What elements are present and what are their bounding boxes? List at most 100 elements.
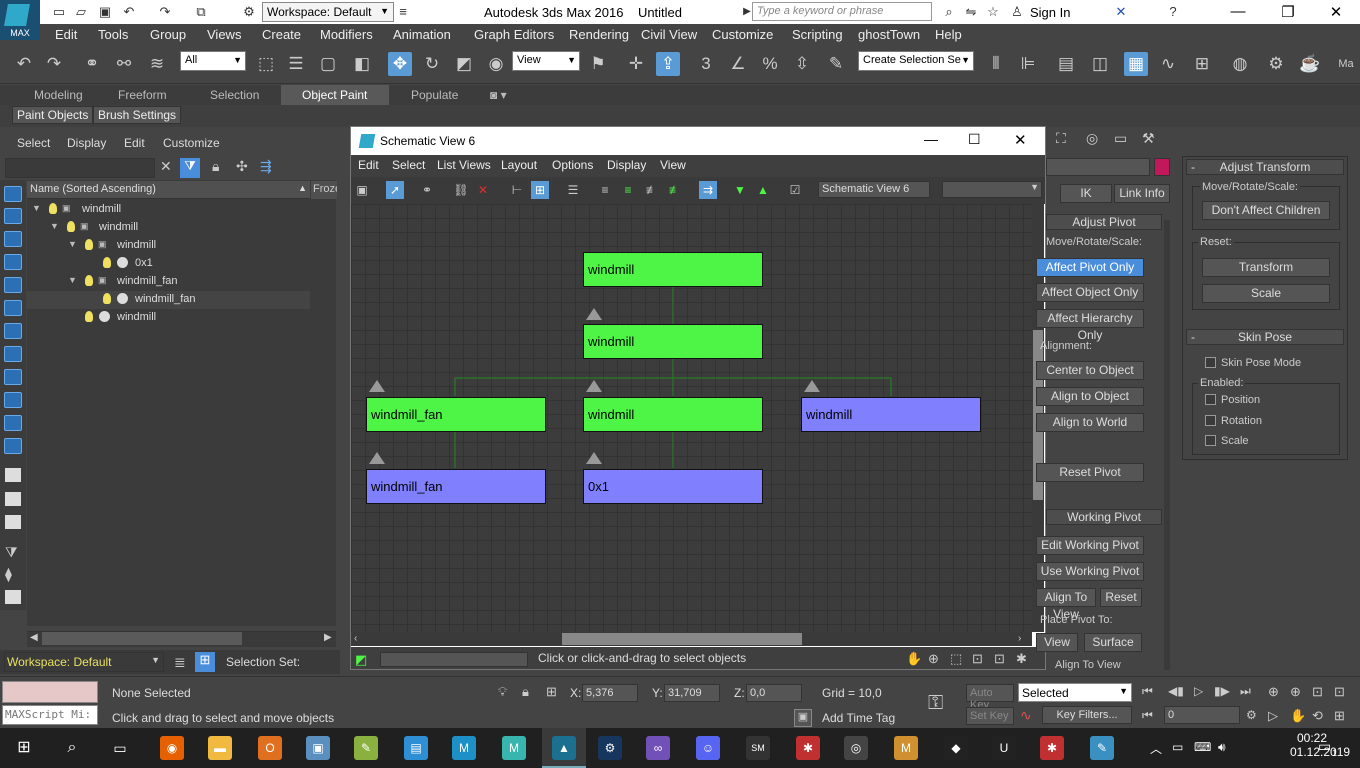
window-crossing-icon[interactable]: ◧ bbox=[350, 52, 374, 76]
menu-modifiers[interactable]: Modifiers bbox=[320, 27, 373, 42]
tray-chevron-icon[interactable]: ︿ bbox=[1150, 740, 1162, 757]
reset-working-pivot-button[interactable]: Reset bbox=[1100, 588, 1142, 607]
tree-row[interactable]: ▼ ▣ windmill bbox=[27, 237, 310, 255]
rotation-checkbox[interactable] bbox=[1205, 415, 1216, 426]
file-explorer-icon[interactable]: ▬ bbox=[208, 736, 232, 760]
move-children-icon[interactable]: ⇉ bbox=[699, 181, 717, 199]
connect-icon[interactable]: ⚭ bbox=[418, 181, 436, 199]
previous-frame-icon[interactable]: ◀▮ bbox=[1168, 684, 1184, 698]
tab-modeling[interactable]: Modeling bbox=[34, 88, 83, 102]
menu-graph-editors[interactable]: Graph Editors bbox=[474, 27, 554, 42]
hierarchy-icon[interactable]: ⊞ bbox=[195, 652, 215, 672]
communication-icon[interactable]: ⇋ bbox=[962, 3, 980, 21]
pan-to-selected-icon[interactable]: ✱ bbox=[1016, 651, 1027, 667]
unlink-selected-icon[interactable]: ⛓ bbox=[452, 181, 470, 199]
render-setup-icon[interactable]: ⚙ bbox=[1264, 52, 1288, 76]
display-bones-icon[interactable] bbox=[4, 369, 22, 385]
notepad-icon[interactable]: ✎ bbox=[354, 736, 378, 760]
arrange-selected-icon[interactable]: ≡ bbox=[619, 181, 637, 199]
app-spider-icon[interactable]: ✱ bbox=[1040, 736, 1064, 760]
app-logo[interactable]: MAX bbox=[0, 0, 40, 40]
scroll-left-icon[interactable]: ◀ bbox=[30, 632, 38, 643]
network-icon[interactable]: ⌨ bbox=[1194, 740, 1211, 754]
maximize-icon[interactable]: ❐ bbox=[1278, 3, 1298, 21]
maxscript-listener-pink[interactable] bbox=[2, 681, 98, 703]
display-containers-icon[interactable] bbox=[4, 392, 22, 408]
affect-object-only-button[interactable]: Affect Object Only bbox=[1036, 283, 1144, 302]
outlook-icon[interactable]: O bbox=[258, 736, 282, 760]
menu-edit[interactable]: Edit bbox=[55, 27, 77, 42]
free-all-icon[interactable]: ≢ bbox=[643, 181, 661, 199]
hierarchy-tab-icon[interactable]: ⛶ bbox=[1056, 130, 1078, 150]
schematic-node[interactable]: windmill bbox=[801, 397, 981, 432]
time-configuration-icon[interactable]: ⚙ bbox=[1246, 708, 1257, 722]
menu-help[interactable]: Help bbox=[935, 27, 962, 42]
key-mode-toggle-icon[interactable]: ⏮ bbox=[1142, 708, 1153, 723]
menu-civil-view[interactable]: Civil View bbox=[641, 27, 697, 42]
undo-icon[interactable]: ↶ bbox=[120, 3, 138, 21]
play-icon[interactable]: ▷ bbox=[1194, 684, 1203, 698]
display-frozen-icon[interactable] bbox=[4, 415, 22, 431]
use-working-pivot-button[interactable]: Use Working Pivot bbox=[1036, 562, 1144, 581]
tree-row[interactable]: windmill bbox=[27, 309, 310, 327]
schematic-menu-edit[interactable]: Edit bbox=[358, 158, 379, 172]
object-color-swatch[interactable] bbox=[1154, 158, 1170, 176]
next-frame-icon[interactable]: ▮▶ bbox=[1214, 684, 1230, 698]
always-arrange-icon[interactable]: ☰ bbox=[564, 181, 582, 199]
schematic-menu-layout[interactable]: Layout bbox=[501, 158, 537, 172]
user-icon[interactable]: ♙ bbox=[1008, 3, 1026, 21]
save-icon[interactable]: ▣ bbox=[96, 3, 114, 21]
percent-snap-icon[interactable]: % bbox=[758, 52, 782, 76]
close-icon[interactable]: ✕ bbox=[1326, 3, 1346, 21]
scroll-right-icon[interactable]: › bbox=[1018, 633, 1021, 644]
layer-explorer-icon[interactable]: ◫ bbox=[1088, 52, 1112, 76]
display-lights-icon[interactable] bbox=[4, 231, 22, 247]
tree-row[interactable]: ▼ ▣ windmill bbox=[27, 201, 310, 219]
skin-pose-mode-checkbox[interactable] bbox=[1205, 357, 1216, 368]
explorer-menu-customize[interactable]: Customize bbox=[163, 136, 220, 150]
position-checkbox[interactable] bbox=[1205, 394, 1216, 405]
schematic-node[interactable]: windmill bbox=[583, 397, 763, 432]
column-header-name[interactable]: Name (Sorted Ascending) ▲ bbox=[27, 181, 310, 199]
reference-coordinate-dropdown[interactable]: View ▼ bbox=[512, 51, 580, 71]
center-to-object-button[interactable]: Center to Object bbox=[1036, 361, 1144, 380]
firefox-icon[interactable]: ◉ bbox=[160, 736, 184, 760]
skin-pose-rollout[interactable]: - Skin Pose bbox=[1186, 329, 1344, 345]
affect-pivot-only-button[interactable]: Affect Pivot Only bbox=[1036, 258, 1144, 277]
node-expand-toggle[interactable] bbox=[586, 308, 602, 320]
schematic-menu-list-views[interactable]: List Views bbox=[437, 158, 491, 172]
steam-icon[interactable]: ⚙ bbox=[598, 736, 622, 760]
open-file-icon[interactable]: ▱ bbox=[72, 3, 90, 21]
display-cameras-icon[interactable] bbox=[4, 254, 22, 270]
select-object-icon[interactable]: ⬚ bbox=[254, 52, 278, 76]
expand-selected-icon[interactable]: ▼ bbox=[731, 181, 749, 199]
tree-row[interactable]: ▼ ▣ windmill bbox=[27, 219, 310, 237]
reset-pivot-button[interactable]: Reset Pivot bbox=[1036, 463, 1144, 482]
place-icon[interactable]: ◉ bbox=[484, 52, 508, 76]
workspace-icon[interactable]: ⚙ bbox=[240, 3, 258, 21]
select-and-move-icon[interactable]: ✥ bbox=[388, 52, 412, 76]
app-window-icon[interactable]: ▣ bbox=[306, 736, 330, 760]
zoom-extents-all-icon[interactable]: ⊡ bbox=[1334, 684, 1345, 700]
zoom-all-icon[interactable]: ⊕ bbox=[1290, 684, 1301, 700]
discord-icon[interactable]: ☺ bbox=[696, 736, 720, 760]
help-icon[interactable]: ? bbox=[1164, 3, 1182, 21]
zoom-extents-icon[interactable]: ⊡ bbox=[972, 651, 983, 667]
menu-customize[interactable]: Customize bbox=[712, 27, 773, 42]
current-frame-field[interactable]: 0 bbox=[1164, 706, 1240, 724]
favorites-star-icon[interactable]: ☆ bbox=[984, 3, 1002, 21]
menu-ghosttown[interactable]: ghostTown bbox=[858, 27, 920, 42]
menu-chevron-icon[interactable]: ≡ bbox=[394, 3, 412, 21]
explorer-menu-display[interactable]: Display bbox=[67, 136, 106, 150]
exchange-apps-icon[interactable]: ✕ bbox=[1112, 3, 1130, 21]
maximize-viewport-icon[interactable]: ⊞ bbox=[1334, 708, 1345, 724]
key-filter-curve-icon[interactable]: ∿ bbox=[1020, 707, 1032, 724]
unity-icon[interactable]: ◆ bbox=[944, 736, 968, 760]
unreal-icon[interactable]: U bbox=[992, 736, 1016, 760]
schematic-node[interactable]: windmill_fan bbox=[366, 469, 546, 504]
filter-funnel-icon[interactable]: ⧩ bbox=[5, 544, 18, 561]
schematic-node[interactable]: windmill_fan bbox=[366, 397, 546, 432]
schematic-search-input[interactable] bbox=[380, 652, 528, 667]
sign-in-button[interactable]: Sign In bbox=[1030, 5, 1070, 20]
filter-icon[interactable]: ⧩ bbox=[180, 158, 200, 178]
